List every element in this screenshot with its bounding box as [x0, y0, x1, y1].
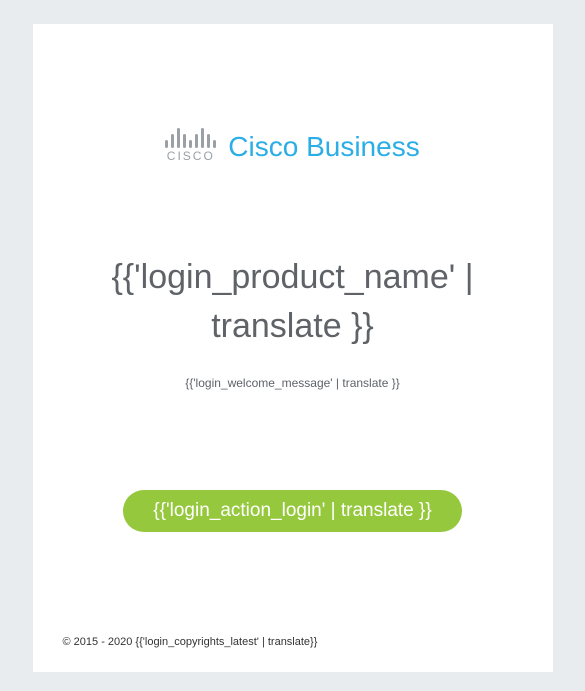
brand-name: Cisco Business	[228, 133, 419, 163]
logo-row: CISCO Cisco Business	[63, 24, 523, 173]
login-button[interactable]: {{'login_action_login' | translate }}	[123, 490, 461, 532]
login-card: CISCO Cisco Business {{'login_product_na…	[33, 24, 553, 672]
cisco-logo-icon: CISCO	[165, 124, 216, 163]
cisco-logo-word: CISCO	[167, 149, 215, 163]
welcome-message: {{'login_welcome_message' | translate }}	[63, 376, 523, 390]
product-name-heading: {{'login_product_name' | translate }}	[63, 253, 523, 352]
copyright-text: © 2015 - 2020 {{'login_copyrights_latest…	[63, 636, 523, 648]
cisco-bars-icon	[165, 124, 216, 148]
